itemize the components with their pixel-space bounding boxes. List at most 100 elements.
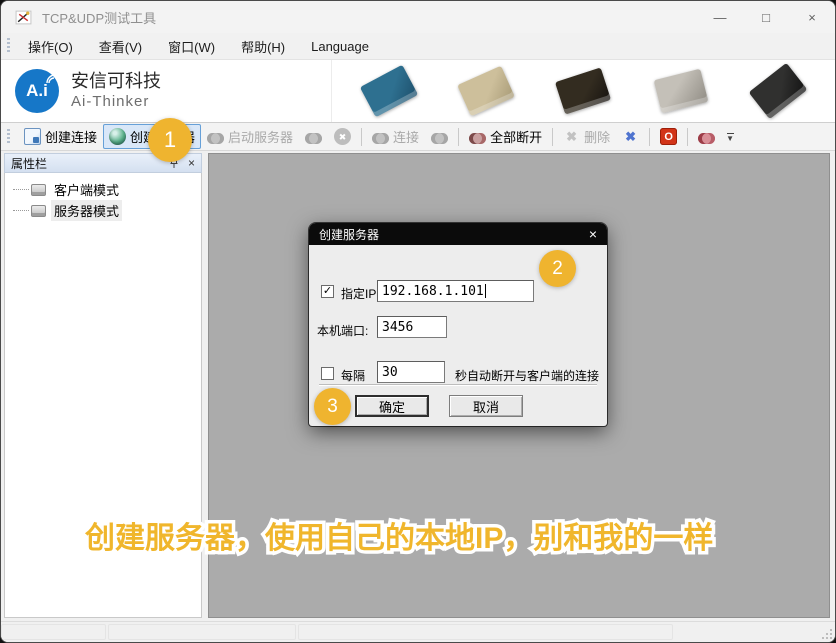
break-connection-icon [698, 133, 715, 144]
menu-window[interactable]: 窗口(W) [158, 34, 225, 59]
annotation-step-1: 1 [148, 118, 192, 162]
close-server-button[interactable] [328, 125, 357, 148]
toolbar-separator [458, 128, 459, 146]
panel-close-icon[interactable]: × [188, 157, 195, 169]
status-bar [1, 621, 835, 642]
module-photos [331, 60, 835, 122]
brand-logo: A.i 安信可科技 Ai-Thinker [1, 69, 331, 113]
close-circle-icon [334, 128, 351, 145]
ai-thinker-logo-icon: A.i [15, 69, 59, 113]
module-photo-1 [360, 65, 418, 118]
tree-connector [13, 210, 29, 211]
menu-bar: 操作(O) 查看(V) 窗口(W) 帮助(H) Language [1, 33, 835, 59]
ip-input[interactable]: 192.168.1.101 [377, 280, 534, 302]
port-value: 3456 [382, 320, 413, 335]
start-server-icon [207, 133, 224, 144]
break-connection-button[interactable] [692, 127, 721, 147]
connect-icon [372, 133, 389, 144]
cancel-button[interactable]: 取消 [449, 395, 523, 417]
toolbar-grip-handle [7, 129, 10, 145]
create-connection-button[interactable]: 创建连接 [18, 124, 103, 149]
dialog-divider [319, 384, 597, 386]
port-label: 本机端口: [317, 322, 368, 339]
annotation-step-3: 3 [314, 388, 351, 425]
maximize-button[interactable]: □ [743, 1, 789, 33]
interval-input[interactable]: 30 [377, 361, 445, 383]
delete-icon [563, 128, 580, 145]
menu-operation[interactable]: 操作(O) [18, 34, 83, 59]
start-server-button[interactable]: 启动服务器 [201, 124, 299, 149]
toolbar-separator [687, 128, 688, 146]
server-mode-icon [31, 205, 46, 217]
window-title: TCP&UDP测试工具 [42, 8, 156, 27]
menu-help[interactable]: 帮助(H) [231, 34, 295, 59]
properties-panel-title: 属性栏 [11, 155, 160, 172]
toolbar-overflow-button[interactable]: ▼ [723, 131, 737, 143]
resize-grip[interactable] [820, 627, 832, 639]
status-panel-3 [298, 624, 673, 640]
disconnect-button[interactable] [425, 127, 454, 147]
module-photo-2 [457, 66, 515, 117]
client-mode-label: 客户端模式 [51, 179, 122, 200]
delete-all-icon [622, 128, 639, 145]
server-mode-label: 服务器模式 [51, 200, 122, 221]
menu-view[interactable]: 查看(V) [89, 34, 152, 59]
stop-server-button[interactable] [299, 127, 328, 147]
annotation-note: 创建服务器，使用自己的本地IP，别和我的一样 [85, 513, 745, 557]
create-connection-label: 创建连接 [45, 127, 97, 146]
toolbar: 创建连接 创建服务器 启动服务器 连接 全部断开 [1, 123, 835, 151]
title-bar: TCP&UDP测试工具 — □ × [1, 1, 835, 33]
tree-item-client-mode[interactable]: 客户端模式 [5, 179, 201, 200]
specify-ip-label: 指定IP [341, 285, 376, 302]
annotation-step-2: 2 [539, 250, 576, 287]
brand-name-cn: 安信可科技 [71, 70, 161, 93]
create-server-icon [109, 128, 126, 145]
text-caret [485, 284, 486, 298]
tree-connector [13, 189, 29, 190]
window-controls: — □ × [697, 1, 835, 33]
module-photo-4 [653, 69, 708, 114]
toolbar-separator [361, 128, 362, 146]
delete-button[interactable]: 删除 [557, 124, 616, 149]
disconnect-all-icon [469, 133, 486, 144]
disconnect-icon [431, 133, 448, 144]
client-mode-icon [31, 184, 46, 196]
app-icon [15, 9, 32, 26]
app-window: TCP&UDP测试工具 — □ × 操作(O) 查看(V) 窗口(W) 帮助(H… [0, 0, 836, 643]
wifi-icon [45, 73, 57, 85]
interval-label: 每隔 [341, 367, 365, 384]
new-connection-icon [24, 128, 41, 145]
status-panel-2 [108, 624, 296, 640]
menu-language[interactable]: Language [301, 36, 379, 57]
delete-all-button[interactable] [616, 125, 645, 148]
status-panel-1 [1, 624, 106, 640]
port-input[interactable]: 3456 [377, 316, 447, 338]
disconnect-all-button[interactable]: 全部断开 [463, 124, 548, 149]
toolbar-separator [552, 128, 553, 146]
tree-item-server-mode[interactable]: 服务器模式 [5, 200, 201, 221]
connect-label: 连接 [393, 127, 419, 146]
delete-label: 删除 [584, 127, 610, 146]
stop-server-icon [305, 133, 322, 144]
start-server-label: 启动服务器 [228, 127, 293, 146]
module-photo-3 [555, 67, 611, 114]
dialog-close-icon[interactable]: × [589, 227, 597, 241]
ok-button[interactable]: 确定 [355, 395, 429, 417]
toolbar-separator [649, 128, 650, 146]
minimize-button[interactable]: — [697, 1, 743, 33]
auto-disconnect-checkbox[interactable] [321, 367, 334, 380]
stop-all-icon [660, 128, 677, 145]
dialog-title-bar[interactable]: 创建服务器 × [309, 223, 607, 245]
stop-all-button[interactable] [654, 125, 683, 148]
module-photo-5 [749, 63, 808, 119]
specify-ip-checkbox[interactable]: ✓ [321, 285, 334, 298]
menu-grip-handle [7, 38, 10, 54]
disconnect-all-label: 全部断开 [490, 127, 542, 146]
status-panel-4 [675, 624, 831, 640]
close-button[interactable]: × [789, 1, 835, 33]
interval-suffix-label: 秒自动断开与客户端的连接 [455, 367, 599, 384]
ip-value: 192.168.1.101 [382, 284, 484, 299]
dialog-title: 创建服务器 [319, 226, 589, 243]
brand-banner: A.i 安信可科技 Ai-Thinker [1, 59, 835, 123]
connect-button[interactable]: 连接 [366, 124, 425, 149]
